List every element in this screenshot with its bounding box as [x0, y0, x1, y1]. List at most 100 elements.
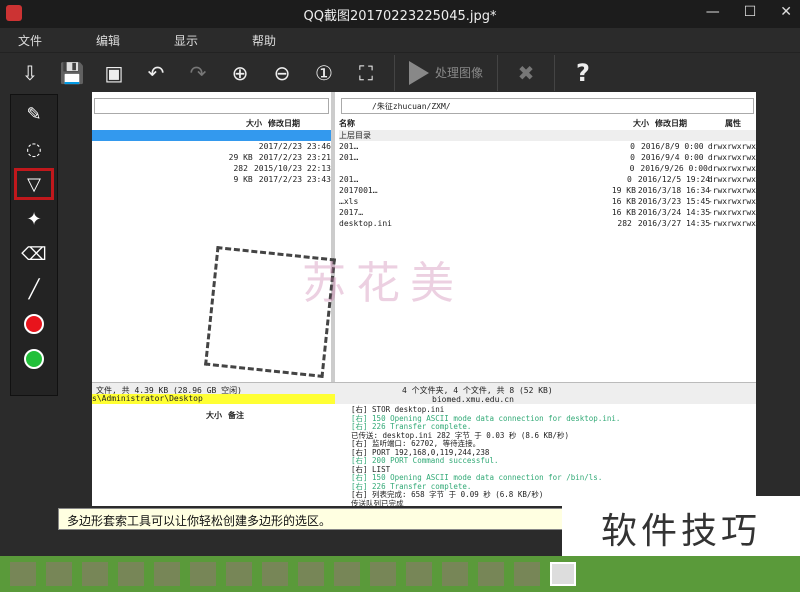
- cell-name: desktop.ini: [339, 219, 392, 228]
- cell-attr: -rwxrwxrwx: [707, 208, 756, 217]
- open-icon[interactable]: ⇩: [16, 59, 44, 87]
- cancel-icon[interactable]: ✖: [512, 59, 540, 87]
- watermark: 苏花美: [302, 258, 464, 309]
- cell-attr: drwxrwxrwx: [707, 153, 756, 162]
- zoom-in-icon[interactable]: ⊕: [226, 59, 254, 87]
- menu-view[interactable]: 显示: [174, 32, 198, 49]
- divider: [497, 54, 499, 91]
- actual-size-icon[interactable]: ①: [310, 59, 338, 87]
- eraser-tool[interactable]: ⌫: [14, 238, 54, 270]
- badge-watermark: 软件技巧: [562, 496, 800, 560]
- cell-date: 2016/3/24 14:35: [637, 208, 711, 217]
- table-row: 9 KB 2017/2/23 23:43: [233, 175, 331, 184]
- cell-name: 上层目录: [339, 131, 371, 140]
- fit-icon[interactable]: ⛶: [352, 59, 380, 87]
- table-row[interactable]: 2017… 16 KB 2016/3/24 14:35 -rwxrwxrwx: [339, 207, 756, 218]
- cell-size: 16 KB: [611, 208, 636, 217]
- taskbar-item[interactable]: [406, 562, 432, 586]
- cell-name: 201…: [339, 142, 359, 151]
- taskbar-item[interactable]: [298, 562, 324, 586]
- taskbar-item[interactable]: [478, 562, 504, 586]
- taskbar-item[interactable]: [334, 562, 360, 586]
- toolbar: ⇩ 💾 ▣ ↶ ↷ ⊕ ⊖ ① ⛶ 处理图像 ✖ ?: [0, 52, 800, 92]
- cell-size: 0: [630, 153, 635, 162]
- magic-wand-tool[interactable]: ✦: [14, 203, 54, 235]
- taskbar-item[interactable]: [226, 562, 252, 586]
- cell-attr: -rwxrwxrwx: [707, 219, 756, 228]
- polygon-lasso-tool[interactable]: ▽: [14, 168, 54, 200]
- process-image-button[interactable]: 处理图像: [409, 60, 484, 85]
- local-path: s\Administrator\Desktop: [92, 394, 335, 404]
- table-row[interactable]: 201… 0 2016/9/4 0:00 drwxrwxrwx: [339, 152, 756, 163]
- help-icon[interactable]: ?: [569, 59, 597, 87]
- zoom-out-icon[interactable]: ⊖: [268, 59, 296, 87]
- cell-attr: -rwxrwxrwx: [707, 197, 756, 206]
- taskbar-item-active[interactable]: [550, 562, 576, 586]
- taskbar: [0, 556, 800, 592]
- table-row[interactable]: 201… 0 2016/12/5 19:24 drwxrwxrwx: [339, 174, 756, 185]
- taskbar-item[interactable]: [370, 562, 396, 586]
- queue-header: 大小 备注: [206, 410, 244, 420]
- cell-date: 2016/8/9 0:00: [640, 142, 704, 151]
- undo-icon[interactable]: ↶: [142, 59, 170, 87]
- table-row[interactable]: desktop.ini 282 2016/3/27 14:35 -rwxrwxrwx: [339, 218, 756, 229]
- primary-color[interactable]: [14, 308, 54, 340]
- process-label: 处理图像: [435, 66, 484, 80]
- tooltip-hint: 多边形套索工具可以让你轻松创建多边形的选区。: [58, 508, 618, 530]
- table-row: 282 2015/10/23 22:13: [233, 164, 331, 173]
- taskbar-item[interactable]: [442, 562, 468, 586]
- cell-size: 0: [630, 142, 635, 151]
- table-row[interactable]: …xls 16 KB 2016/3/23 15:45 -rwxrwxrwx: [339, 196, 756, 207]
- table-row[interactable]: 2017001… 19 KB 2016/3/18 16:34 -rwxrwxrwx: [339, 185, 756, 196]
- play-icon: [409, 60, 429, 85]
- cell-size: 0: [627, 175, 632, 184]
- window-title: QQ截图20170223225045.jpg*: [303, 8, 497, 24]
- app-icon: [6, 5, 22, 21]
- cell-name: 2017…: [339, 208, 364, 217]
- right-address-bar[interactable]: /朱征zhucuan/ZXM/: [341, 98, 754, 114]
- table-row[interactable]: 0 2016/9/26 0:00 drwxrwxrwx: [339, 163, 756, 174]
- taskbar-item[interactable]: [46, 562, 72, 586]
- cell-size: 0: [629, 164, 635, 173]
- taskbar-item[interactable]: [514, 562, 540, 586]
- minimize-button[interactable]: —: [706, 4, 720, 20]
- menu-file[interactable]: 文件: [18, 32, 42, 49]
- lasso-tool[interactable]: ◌: [14, 133, 54, 165]
- cell-date: 2016/9/4 0:00: [640, 153, 704, 162]
- taskbar-item[interactable]: [82, 562, 108, 586]
- menu-edit[interactable]: 编辑: [96, 32, 120, 49]
- cell-size: 16 KB: [611, 197, 636, 206]
- cell-name: 201…: [339, 153, 359, 162]
- cell-attr: drwxrwxrwx: [707, 175, 756, 184]
- taskbar-item[interactable]: [10, 562, 36, 586]
- table-row: [92, 130, 331, 141]
- table-row[interactable]: 上层目录: [339, 130, 756, 141]
- taskbar-item[interactable]: [118, 562, 144, 586]
- line-tool[interactable]: ╱: [14, 273, 54, 305]
- divider: [554, 54, 556, 91]
- save-icon[interactable]: 💾: [58, 59, 86, 87]
- menu-bar: 文件 编辑 显示 帮助: [0, 28, 800, 52]
- cell-size: 19 KB: [611, 186, 636, 195]
- close-button[interactable]: ✕: [780, 4, 792, 20]
- taskbar-item[interactable]: [262, 562, 288, 586]
- table-row: 29 KB 2017/2/23 23:21: [228, 153, 331, 162]
- cell-date: 2016/3/23 15:45: [637, 197, 711, 206]
- menu-help[interactable]: 帮助: [252, 32, 276, 49]
- redo-icon[interactable]: ↷: [184, 59, 212, 87]
- cell-date: 2016/3/27 14:35: [637, 219, 711, 228]
- image-canvas[interactable]: 大小 修改日期 2017/2/23 23:46 29 KB 2017/2/23 2…: [92, 92, 756, 506]
- cell-date: 2016/9/26 0:00: [640, 164, 708, 173]
- table-row[interactable]: 201… 0 2016/8/9 0:00 drwxrwxrwx: [339, 141, 756, 152]
- preview-icon[interactable]: ▣: [100, 59, 128, 87]
- maximize-button[interactable]: ☐: [744, 4, 757, 20]
- taskbar-item[interactable]: [190, 562, 216, 586]
- secondary-color[interactable]: [14, 343, 54, 375]
- taskbar-item[interactable]: [154, 562, 180, 586]
- divider: [394, 54, 395, 91]
- cell-name: …xls: [339, 197, 359, 206]
- title-bar: QQ截图20170223225045.jpg* — ☐ ✕: [0, 0, 800, 28]
- cell-date: 2016/3/18 16:34: [637, 186, 711, 195]
- pencil-tool[interactable]: ✎: [14, 98, 54, 130]
- cell-date: 2016/12/5 19:24: [637, 175, 711, 184]
